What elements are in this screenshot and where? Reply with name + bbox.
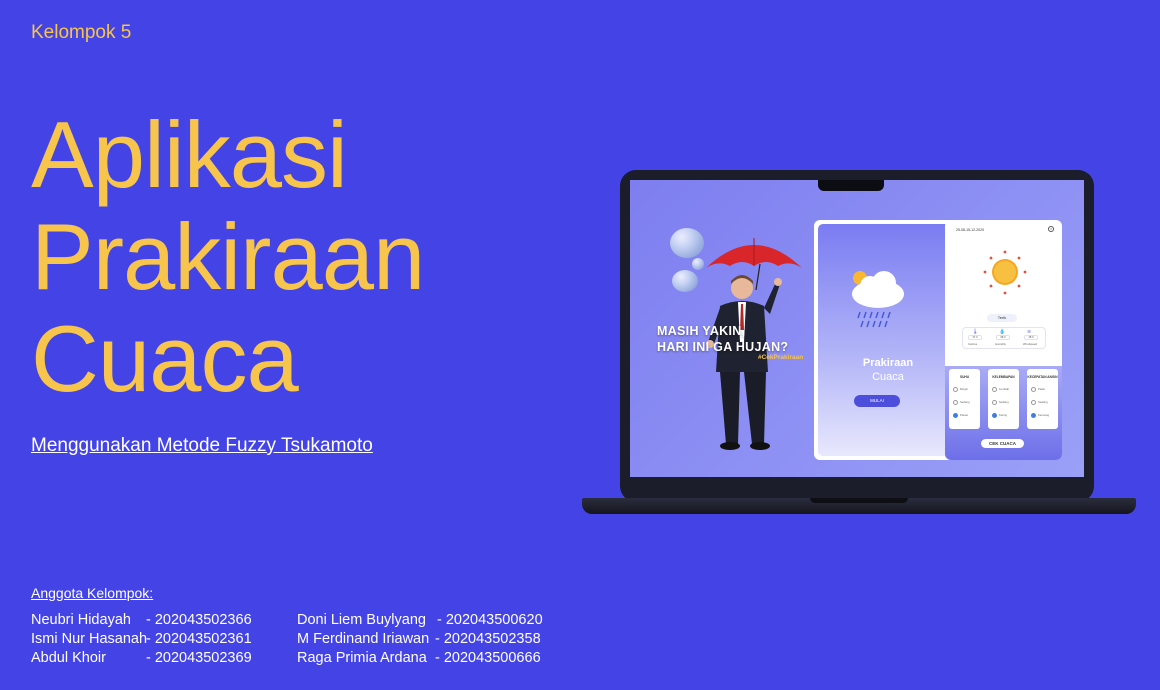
water-drop-icon <box>672 270 698 292</box>
temperature-card: SUHU Dingin Sedang Panas <box>949 369 980 429</box>
fuzzy-input-panel: SUHU Dingin Sedang Panas KELEMBAPAN Lemb… <box>945 366 1062 460</box>
option-radio[interactable]: Sedang <box>953 400 970 405</box>
splash-title: Prakiraan <box>862 357 914 369</box>
member-id: - 202043500666 <box>435 650 541 666</box>
card-title: KECEPATAN ANGIN <box>1027 375 1058 379</box>
option-radio[interactable]: Panas <box>953 413 968 418</box>
subtitle-link[interactable]: Menggunakan Metode Fuzzy Tsukamoto <box>31 435 373 457</box>
humidity-value: 68.0 <box>996 335 1010 340</box>
option-radio[interactable]: Sedang <box>992 400 1009 405</box>
title-line-2: Prakiraan <box>31 204 425 309</box>
sun-icon <box>983 250 1027 295</box>
humidity-card: KELEMBAPAN Lembab Sedang Kering <box>988 369 1019 429</box>
windspeed-label: Windspeed <box>1023 342 1037 346</box>
member-row: Neubri Hidayah - 202043502366 Doni Liem … <box>31 612 571 631</box>
member-name: Abdul Khoir <box>31 650 106 666</box>
members-heading: Anggota Kelompok: <box>31 585 154 601</box>
option-radio[interactable]: Dingin <box>953 387 968 392</box>
result-date: 25-08-15-12-2020 <box>956 228 985 232</box>
member-id: - 202043502361 <box>146 631 252 647</box>
option-radio[interactable]: Sedang <box>1031 400 1048 405</box>
members-list: Neubri Hidayah - 202043502366 Doni Liem … <box>31 612 571 669</box>
businessman-figure <box>706 275 782 450</box>
condition-badge: Terik <box>987 314 1017 322</box>
member-name: Raga Primia Ardana <box>297 650 427 666</box>
poster-hashtag: #CekPrakiraan <box>758 354 804 361</box>
water-drop-icon <box>692 258 704 270</box>
laptop-mockup: MASIH YAKIN, HARI INI GA HUJAN? #CekPrak… <box>582 170 1136 518</box>
close-icon[interactable]: × <box>1048 226 1054 232</box>
option-radio[interactable]: Lembab <box>992 387 1009 392</box>
check-weather-button[interactable]: CEK CUACA <box>981 439 1024 448</box>
page-title: Aplikasi Prakiraan Cuaca <box>31 102 425 411</box>
water-drop-icon <box>670 228 704 258</box>
title-line-3: Cuaca <box>31 306 299 411</box>
start-button[interactable]: MULAI <box>854 395 900 407</box>
member-id: - 202043502366 <box>146 612 252 628</box>
windspeed-card: KECEPATAN ANGIN Pelan Sedang Kencang <box>1027 369 1058 429</box>
humidity-label: Humidity <box>995 342 1006 346</box>
member-name: Neubri Hidayah <box>31 612 131 628</box>
temperature-value: 37.0 <box>968 335 982 340</box>
member-id: - 202043500620 <box>437 612 543 628</box>
member-name: M Ferdinand Iriawan <box>297 631 430 647</box>
member-id: - 202043502369 <box>146 650 252 666</box>
card-title: KELEMBAPAN <box>992 375 1015 379</box>
option-radio[interactable]: Kencang <box>1031 413 1049 418</box>
card-title: SUHU <box>959 375 970 379</box>
splash-subtitle: Cuaca <box>872 371 904 383</box>
member-row: Ismi Nur Hasanah - 202043502361 M Ferdin… <box>31 631 571 650</box>
member-id: - 202043502358 <box>435 631 541 647</box>
laptop-screen: MASIH YAKIN, HARI INI GA HUJAN? #CekPrak… <box>630 180 1084 477</box>
group-label: Kelompok 5 <box>31 22 132 43</box>
poster-headline-1: MASIH YAKIN, <box>657 324 746 338</box>
poster-headline-2: HARI INI GA HUJAN? <box>657 340 789 354</box>
temperature-label: Celcius <box>968 342 978 346</box>
laptop-hinge <box>810 498 908 503</box>
result-screen: 25-08-15-12-2020 × Terik 🌡 💧 ≋ 37.0 68.0 <box>945 220 1062 460</box>
cloud-rain-icon <box>852 271 904 328</box>
option-radio[interactable]: Kering <box>992 413 1007 418</box>
weather-stats: 🌡 💧 ≋ 37.0 68.0 28.0 Celcius Humidity Wi… <box>962 327 1046 349</box>
member-name: Doni Liem Buylyang <box>297 612 426 628</box>
windspeed-value: 28.0 <box>1024 335 1038 340</box>
member-row: Abdul Khoir - 202043502369 Raga Primia A… <box>31 650 571 669</box>
camera-notch <box>818 180 884 191</box>
member-name: Ismi Nur Hasanah <box>31 631 148 647</box>
title-line-1: Aplikasi <box>31 102 348 207</box>
campaign-poster: MASIH YAKIN, HARI INI GA HUJAN? #CekPrak… <box>630 180 812 477</box>
splash-screen: Prakiraan Cuaca MULAI <box>814 220 962 460</box>
option-radio[interactable]: Pelan <box>1031 387 1045 392</box>
